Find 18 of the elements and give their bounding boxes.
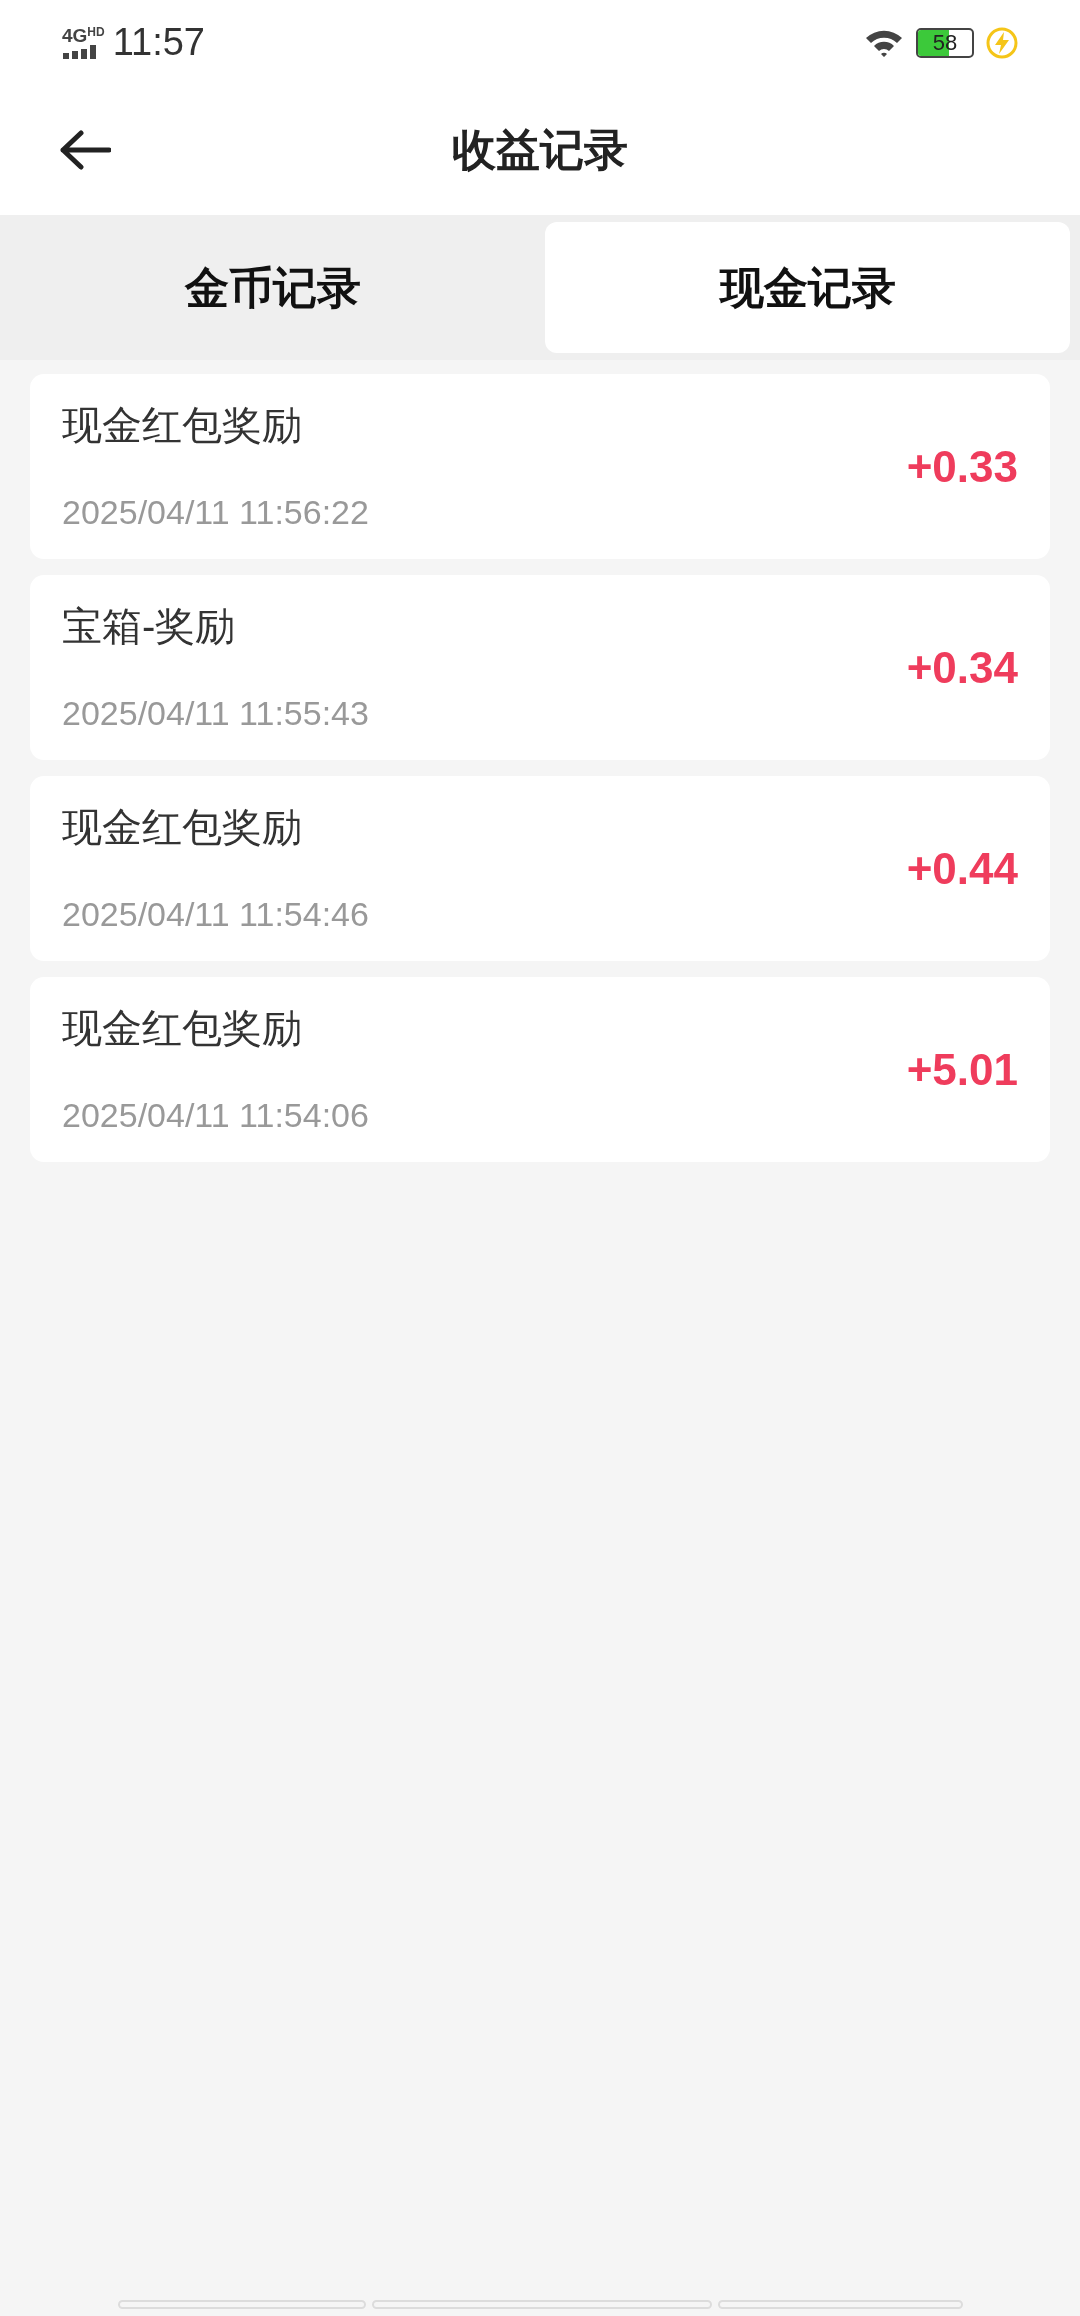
record-time: 2025/04/11 11:54:46: [62, 896, 369, 931]
record-time: 2025/04/11 11:54:06: [62, 1097, 369, 1132]
record-time: 2025/04/11 11:56:22: [62, 494, 369, 529]
record-time: 2025/04/11 11:55:43: [62, 695, 369, 730]
clock-time: 11:57: [112, 20, 205, 65]
record-title: 现金红包奖励: [62, 1007, 303, 1048]
record-amount: +5.01: [906, 1043, 1018, 1096]
record-title: 现金红包奖励: [62, 404, 303, 445]
record-amount: +0.33: [906, 440, 1018, 493]
network-label: 4G: [62, 26, 88, 45]
record-title: 现金红包奖励: [62, 806, 303, 847]
record-title: 宝箱-奖励: [62, 605, 237, 646]
network-type-label: HD: [87, 26, 105, 38]
tab[interactable]: 现金记录: [545, 222, 1070, 353]
page-title: 收益记录: [452, 124, 628, 176]
record-amount: +0.44: [906, 842, 1018, 895]
tab[interactable]: 金币记录: [10, 222, 535, 353]
record-amount: +0.34: [906, 641, 1018, 694]
